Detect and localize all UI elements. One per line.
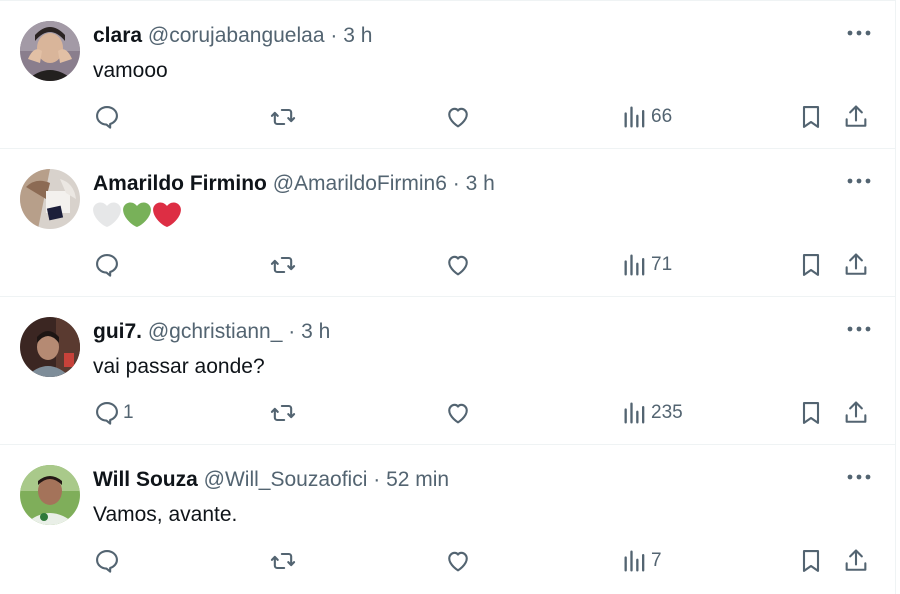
avatar[interactable] xyxy=(20,465,80,525)
bookmark-icon xyxy=(802,550,820,572)
tweet[interactable]: Will Souza @Will_Souzaofici · 52 min Vam… xyxy=(0,445,896,593)
red-heart-icon xyxy=(153,202,181,228)
avatar[interactable] xyxy=(20,169,80,229)
more-icon[interactable] xyxy=(844,319,874,339)
tweet-header: gui7. @gchristiann_ · 3 h xyxy=(93,318,330,346)
display-name[interactable]: clara xyxy=(93,24,142,47)
bookmark-icon xyxy=(802,106,820,128)
share-icon xyxy=(845,253,867,275)
views-button[interactable]: 7 xyxy=(621,543,662,579)
retweet-button[interactable] xyxy=(269,247,297,283)
username[interactable]: @corujabanguelaa xyxy=(148,24,325,47)
bookmark-button[interactable] xyxy=(797,99,825,135)
username[interactable]: @Will_Souzaofici xyxy=(204,468,368,491)
display-name[interactable]: Will Souza xyxy=(93,468,198,491)
views-icon xyxy=(624,550,645,572)
tweet-actions: 7 xyxy=(0,543,896,579)
like-icon xyxy=(448,551,468,572)
avatar[interactable] xyxy=(20,317,80,377)
reply-icon xyxy=(96,106,118,129)
like-button[interactable] xyxy=(444,543,472,579)
tweet[interactable]: gui7. @gchristiann_ · 3 h vai passar aon… xyxy=(0,297,896,445)
reply-button[interactable] xyxy=(93,99,123,135)
white-heart-icon xyxy=(93,202,121,228)
more-icon[interactable] xyxy=(844,23,874,43)
like-icon xyxy=(448,403,468,424)
tweet-header: clara @corujabanguelaa · 3 h xyxy=(93,22,372,50)
bookmark-button[interactable] xyxy=(797,247,825,283)
retweet-button[interactable] xyxy=(269,395,297,431)
retweet-icon xyxy=(270,256,296,274)
retweet-button[interactable] xyxy=(269,99,297,135)
tweet[interactable]: clara @corujabanguelaa · 3 h vamooo 66 xyxy=(0,1,896,149)
bookmark-button[interactable] xyxy=(797,395,825,431)
retweet-icon xyxy=(270,404,296,422)
username[interactable]: @AmarildoFirmin6 xyxy=(273,172,447,195)
share-icon xyxy=(845,401,867,423)
avatar[interactable] xyxy=(20,21,80,81)
reply-icon xyxy=(96,550,118,573)
views-button[interactable]: 66 xyxy=(621,99,672,135)
share-icon xyxy=(845,549,867,571)
tweet[interactable]: Amarildo Firmino @AmarildoFirmin6 · 3 h xyxy=(0,149,896,297)
display-name[interactable]: gui7. xyxy=(93,320,142,343)
retweet-icon xyxy=(270,108,296,126)
tweet-header: Amarildo Firmino @AmarildoFirmin6 · 3 h xyxy=(93,170,495,198)
retweet-button[interactable] xyxy=(269,543,297,579)
separator: · xyxy=(288,320,296,343)
timestamp[interactable]: 3 h xyxy=(301,320,330,343)
share-button[interactable] xyxy=(842,543,870,579)
green-heart-icon xyxy=(123,202,151,228)
username[interactable]: @gchristiann_ xyxy=(148,320,283,343)
tweet-text: Vamos, avante. xyxy=(93,503,238,526)
view-count: 235 xyxy=(651,402,683,423)
like-button[interactable] xyxy=(444,395,472,431)
share-button[interactable] xyxy=(842,247,870,283)
tweet-actions: 71 xyxy=(0,247,896,283)
more-icon[interactable] xyxy=(844,171,874,191)
timestamp[interactable]: 52 min xyxy=(386,468,449,491)
like-icon xyxy=(448,107,468,128)
share-button[interactable] xyxy=(842,99,870,135)
timestamp[interactable]: 3 h xyxy=(466,172,495,195)
bookmark-icon xyxy=(802,254,820,276)
share-button[interactable] xyxy=(842,395,870,431)
timestamp[interactable]: 3 h xyxy=(343,24,372,47)
tweet-actions: 1 235 xyxy=(0,395,896,431)
bookmark-icon xyxy=(802,402,820,424)
reply-count: 1 xyxy=(123,402,134,423)
views-icon xyxy=(624,106,645,128)
views-icon xyxy=(624,254,645,276)
view-count: 66 xyxy=(651,106,673,127)
views-button[interactable]: 235 xyxy=(621,395,683,431)
reply-icon xyxy=(96,402,118,425)
tweet-emoji-text xyxy=(93,201,181,229)
reply-icon xyxy=(96,254,118,277)
bookmark-button[interactable] xyxy=(797,543,825,579)
tweet-text: vamooo xyxy=(93,59,168,82)
tweet-actions: 66 xyxy=(0,99,896,135)
replies-feed: clara @corujabanguelaa · 3 h vamooo 66 A… xyxy=(0,0,896,594)
display-name[interactable]: Amarildo Firmino xyxy=(93,172,267,195)
separator: · xyxy=(373,468,381,491)
view-count: 71 xyxy=(651,254,673,275)
like-icon xyxy=(448,255,468,276)
share-icon xyxy=(845,105,867,127)
separator: · xyxy=(452,172,460,195)
retweet-icon xyxy=(270,552,296,570)
reply-button[interactable]: 1 xyxy=(93,395,134,431)
view-count: 7 xyxy=(651,550,662,571)
tweet-header: Will Souza @Will_Souzaofici · 52 min xyxy=(93,466,449,494)
more-icon[interactable] xyxy=(844,467,874,487)
views-icon xyxy=(624,402,645,424)
reply-button[interactable] xyxy=(93,543,123,579)
like-button[interactable] xyxy=(444,99,472,135)
reply-button[interactable] xyxy=(93,247,123,283)
separator: · xyxy=(330,24,338,47)
views-button[interactable]: 71 xyxy=(621,247,672,283)
tweet-text: vai passar aonde? xyxy=(93,355,265,378)
like-button[interactable] xyxy=(444,247,472,283)
